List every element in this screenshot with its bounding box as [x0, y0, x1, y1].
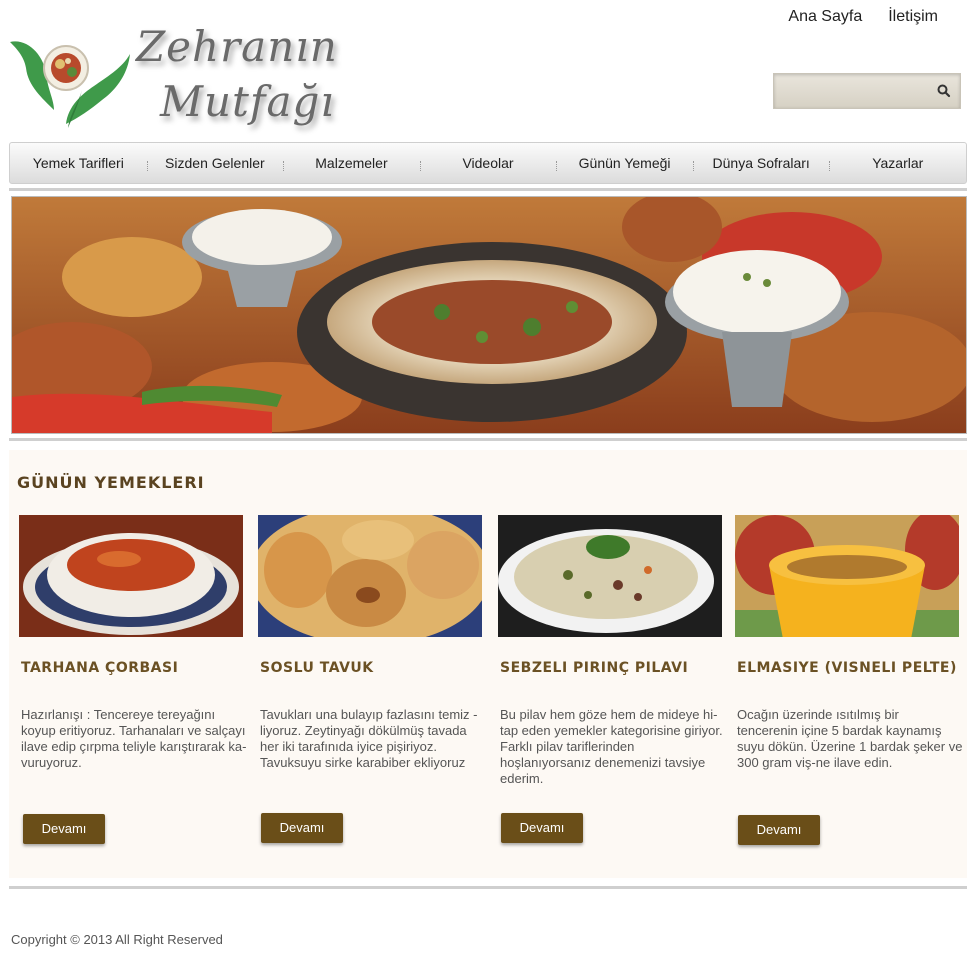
- nav-item-dunya-sofralari[interactable]: Dünya Sofraları: [692, 143, 830, 183]
- recipe-card: SOSLU TAVUK Tavukları una bulayıp fazlas…: [258, 515, 482, 770]
- recipe-title[interactable]: SEBZELI PIRINÇ PILAVI: [500, 660, 688, 676]
- search-icon[interactable]: [936, 83, 952, 99]
- recipe-description: Tavukları una bulayıp fazlasını temiz - …: [260, 707, 478, 770]
- main-nav: Yemek Tarifleri Sizden Gelenler Malzemel…: [9, 142, 967, 184]
- hero-food-image: [12, 197, 966, 433]
- divider: [9, 886, 967, 889]
- recipe-photo[interactable]: [498, 515, 722, 637]
- leaf-logo-icon: [10, 41, 130, 128]
- logo-title-line2: Mutfağı: [160, 77, 335, 126]
- recipe-title[interactable]: ELMASIYE (VISNELI PELTE): [737, 660, 957, 676]
- top-nav-contact[interactable]: İletişim: [888, 8, 938, 26]
- read-more-button[interactable]: Devamı: [23, 814, 105, 844]
- logo-title-line1: Zehranın: [136, 22, 338, 71]
- recipe-description: Ocağın üzerinde ısıtılmış bir tencerenin…: [737, 707, 963, 770]
- top-nav: Ana Sayfa İletişim: [788, 8, 938, 26]
- nav-item-videolar[interactable]: Videolar: [419, 143, 557, 183]
- read-more-button[interactable]: Devamı: [501, 813, 583, 843]
- section-title: GÜNÜN YEMEKLERI: [17, 473, 205, 492]
- divider: [9, 438, 967, 441]
- hero-banner: [11, 196, 967, 434]
- site-logo[interactable]: Zehranın Mutfağı: [8, 18, 337, 133]
- nav-item-gunun-yemegi[interactable]: Günün Yemeği: [556, 143, 693, 183]
- divider: [9, 188, 967, 191]
- search-box: [773, 73, 961, 109]
- nav-item-yazarlar[interactable]: Yazarlar: [829, 143, 966, 183]
- recipe-description: Bu pilav hem göze hem de mideye hi-tap e…: [500, 707, 723, 786]
- nav-item-sizden-gelenler[interactable]: Sizden Gelenler: [146, 143, 284, 183]
- recipe-photo[interactable]: [19, 515, 243, 637]
- recipe-title[interactable]: TARHANA ÇORBASI: [21, 660, 178, 676]
- read-more-button[interactable]: Devamı: [261, 813, 343, 843]
- search-input[interactable]: [780, 81, 930, 103]
- nav-item-malzemeler[interactable]: Malzemeler: [283, 143, 420, 183]
- footer-copyright: Copyright © 2013 All Right Reserved: [11, 932, 223, 947]
- top-nav-home[interactable]: Ana Sayfa: [788, 8, 862, 26]
- recipe-description: Hazırlanışı : Tencereye tereyağını koyup…: [21, 707, 247, 770]
- recipe-photo[interactable]: [258, 515, 482, 637]
- recipe-card: ELMASIYE (VISNELI PELTE) Ocağın üzerinde…: [735, 515, 962, 770]
- recipe-card: SEBZELI PIRINÇ PILAVI Bu pilav hem göze …: [498, 515, 723, 786]
- nav-item-yemek-tarifleri[interactable]: Yemek Tarifleri: [10, 143, 147, 183]
- recipe-photo[interactable]: [735, 515, 959, 637]
- read-more-button[interactable]: Devamı: [738, 815, 820, 845]
- recipe-card: TARHANA ÇORBASI Hazırlanışı : Tencereye …: [19, 515, 246, 770]
- recipe-title[interactable]: SOSLU TAVUK: [260, 660, 374, 676]
